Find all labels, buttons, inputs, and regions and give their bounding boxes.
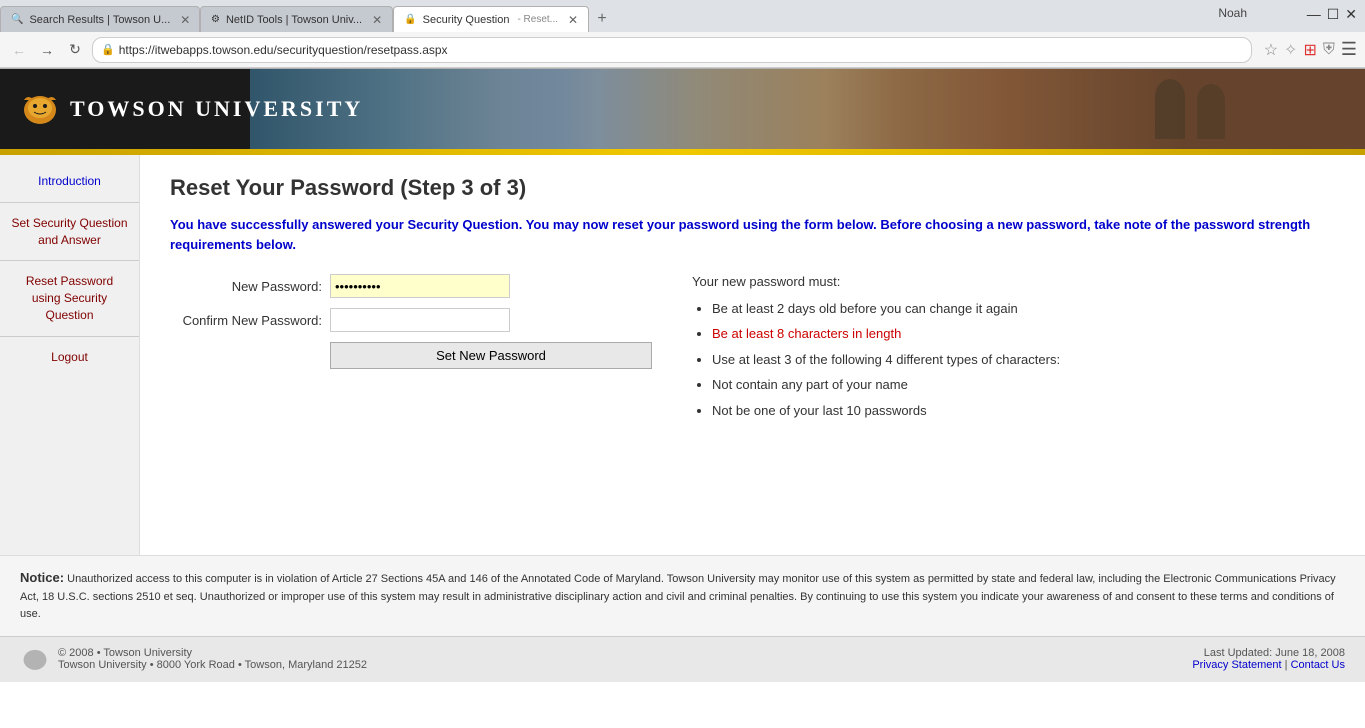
browser-chrome: 🔍 Search Results | Towson U... ✕ ⚙ NetID… — [0, 0, 1365, 69]
tab-label: NetID Tools | Towson Univ... — [226, 14, 362, 26]
success-message: You have successfully answered your Secu… — [170, 215, 1335, 254]
requirements-section: Your new password must: Be at least 2 da… — [692, 274, 1335, 424]
tab-close-icon[interactable]: ✕ — [180, 13, 190, 27]
refresh-icon[interactable]: ✧ — [1284, 40, 1297, 60]
reset-password-link[interactable]: Reset Password using Security Question — [26, 274, 113, 322]
submit-row: Set New Password — [170, 342, 652, 369]
content-grid: New Password: Confirm New Password: Set … — [170, 274, 1335, 424]
new-password-row: New Password: — [170, 274, 652, 298]
url-actions: ☆ ✧ ⊞ ⛨ ☰ — [1264, 39, 1357, 60]
req-item-5: Not be one of your last 10 passwords — [712, 399, 1335, 422]
confirm-password-row: Confirm New Password: — [170, 308, 652, 332]
footer-logo-icon — [20, 647, 50, 672]
reload-button[interactable]: ↻ — [64, 39, 86, 61]
maximize-button[interactable]: ☐ — [1327, 6, 1340, 23]
tab-favicon: 🔍 — [11, 14, 23, 25]
back-button[interactable]: ← — [8, 39, 30, 61]
url-text: https://itwebapps.towson.edu/securityque… — [119, 43, 1243, 57]
site-header: TOWSON UNIVERSITY — [0, 69, 1365, 149]
bookmark-icon[interactable]: ☆ — [1264, 40, 1278, 60]
footer-address: Towson University • 8000 York Road • Tow… — [58, 659, 367, 671]
tab-close-icon[interactable]: ✕ — [568, 13, 578, 27]
page-container: Introduction Set Security Question and A… — [0, 155, 1365, 555]
req-item-4: Not contain any part of your name — [712, 373, 1335, 396]
footer-last-updated: Last Updated: June 18, 2008 — [1192, 647, 1345, 659]
towson-tiger-logo — [20, 92, 60, 127]
tab-label: Security Question — [423, 14, 510, 26]
privacy-statement-link[interactable]: Privacy Statement — [1192, 659, 1281, 671]
forward-button[interactable]: → — [36, 39, 58, 61]
form-section: New Password: Confirm New Password: Set … — [170, 274, 652, 379]
tab-favicon: 🔒 — [404, 14, 416, 25]
sidebar-item-reset-password[interactable]: Reset Password using Security Question — [0, 265, 139, 331]
set-new-password-button[interactable]: Set New Password — [330, 342, 652, 369]
req-item-3: Use at least 3 of the following 4 differ… — [712, 348, 1335, 371]
logo-text: TOWSON UNIVERSITY — [70, 96, 363, 122]
tab-security-question[interactable]: 🔒 Security Question - Reset... ✕ — [393, 6, 589, 32]
notice-bar: Notice: Unauthorized access to this comp… — [0, 555, 1365, 636]
new-password-label: New Password: — [170, 279, 330, 294]
notice-text: Unauthorized access to this computer is … — [20, 573, 1336, 620]
shield-icon[interactable]: ⛨ — [1323, 41, 1335, 59]
main-content: Reset Your Password (Step 3 of 3) You ha… — [140, 155, 1365, 555]
new-tab-button[interactable]: + — [589, 6, 615, 32]
tab-search-results[interactable]: 🔍 Search Results | Towson U... ✕ — [0, 6, 200, 32]
notice-label: Notice: — [20, 570, 64, 585]
logout-link[interactable]: Logout — [51, 350, 88, 364]
page-title: Reset Your Password (Step 3 of 3) — [170, 175, 1335, 201]
sidebar-divider-1 — [0, 202, 139, 203]
browser-user-label: Noah — [1210, 4, 1255, 22]
requirements-list: Be at least 2 days old before you can ch… — [692, 297, 1335, 422]
url-box[interactable]: 🔒 https://itwebapps.towson.edu/securityq… — [92, 37, 1252, 63]
header-content: TOWSON UNIVERSITY — [0, 92, 383, 127]
minimize-button[interactable]: — — [1307, 6, 1321, 22]
confirm-password-label: Confirm New Password: — [170, 313, 330, 328]
tab-favicon: ⚙ — [211, 14, 220, 25]
office-icon[interactable]: ⊞ — [1303, 40, 1316, 60]
sidebar-item-logout[interactable]: Logout — [0, 341, 139, 374]
contact-us-link[interactable]: Contact Us — [1291, 659, 1345, 671]
menu-icon[interactable]: ☰ — [1341, 39, 1357, 60]
footer-left: © 2008 • Towson University Towson Univer… — [20, 647, 367, 672]
lock-icon: 🔒 — [101, 43, 115, 56]
window-controls: — ☐ ✕ — [1299, 0, 1365, 28]
sidebar-divider-2 — [0, 260, 139, 261]
logo-area: TOWSON UNIVERSITY — [20, 92, 363, 127]
sidebar: Introduction Set Security Question and A… — [0, 155, 140, 555]
confirm-password-input[interactable] — [330, 308, 510, 332]
close-button[interactable]: ✕ — [1345, 6, 1357, 23]
introduction-link[interactable]: Introduction — [38, 174, 101, 188]
requirements-title: Your new password must: — [692, 274, 1335, 289]
sidebar-divider-3 — [0, 336, 139, 337]
sidebar-item-set-security[interactable]: Set Security Question and Answer — [0, 207, 139, 257]
tab-netid-tools[interactable]: ⚙ NetID Tools | Towson Univ... ✕ — [200, 6, 393, 32]
req-item-2: Be at least 8 characters in length — [712, 322, 1335, 345]
sidebar-item-introduction[interactable]: Introduction — [0, 165, 139, 198]
address-bar: ← → ↻ 🔒 https://itwebapps.towson.edu/sec… — [0, 32, 1365, 68]
set-security-link[interactable]: Set Security Question and Answer — [11, 216, 127, 247]
tab-bar: 🔍 Search Results | Towson U... ✕ ⚙ NetID… — [0, 0, 1365, 32]
site-footer: © 2008 • Towson University Towson Univer… — [0, 636, 1365, 682]
req-item-1: Be at least 2 days old before you can ch… — [712, 297, 1335, 320]
footer-right: Last Updated: June 18, 2008 Privacy Stat… — [1192, 647, 1345, 671]
footer-copyright: © 2008 • Towson University — [58, 647, 367, 659]
tab-close-icon[interactable]: ✕ — [372, 13, 382, 27]
new-password-input[interactable] — [330, 274, 510, 298]
tab-label: Search Results | Towson U... — [29, 14, 170, 26]
